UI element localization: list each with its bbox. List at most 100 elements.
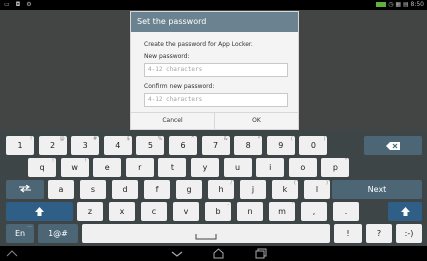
dialog-title: Set the password (131, 12, 298, 32)
key-label: v (183, 207, 189, 216)
key-label: b (215, 207, 221, 216)
key-row1-9[interactable]: 0) (299, 136, 328, 155)
key-row2-2[interactable]: e (93, 158, 122, 177)
key-row2-8[interactable]: o (288, 158, 317, 177)
key-secondary-label: " (345, 158, 348, 164)
key-row3-0[interactable]: a (48, 180, 74, 199)
backspace-icon (386, 141, 400, 150)
key-label: . (344, 207, 348, 216)
key-row4-4[interactable]: b- (205, 202, 231, 221)
new-password-field[interactable]: 4-12 characters (144, 63, 288, 77)
key-row3-8[interactable]: l) (304, 180, 330, 199)
battery-icon (376, 2, 387, 7)
password-dialog: Set the password Create the password for… (130, 11, 299, 130)
key-secondary-label: ) (323, 136, 326, 142)
shift-icon (400, 207, 410, 216)
key-label: 1 (17, 141, 23, 150)
language-key[interactable]: En ··· (6, 224, 34, 243)
key-row1-2[interactable]: 3 # (71, 136, 100, 155)
shift-key-right[interactable] (388, 202, 422, 221)
confirm-password-label: Confirm new password: (144, 83, 215, 90)
key-secondary-label: $ (126, 136, 130, 142)
key-row1-5[interactable]: 6 ^ (169, 136, 197, 155)
key-label: s (90, 185, 96, 194)
key-secondary-label: ! (84, 158, 87, 164)
backspace-key[interactable] (364, 136, 422, 155)
key-row2-6[interactable]: u (223, 158, 252, 177)
back-icon[interactable] (171, 251, 183, 257)
key-label: e (104, 163, 110, 172)
key-label: f (155, 185, 159, 194)
key-label: r (138, 163, 142, 172)
key-row1-7[interactable]: 8 * (234, 136, 263, 155)
recent-apps-icon[interactable] (255, 248, 267, 259)
key-label: a (58, 185, 64, 194)
key-row1-0[interactable]: 1! (6, 136, 34, 155)
key-label: w (71, 163, 78, 172)
key-label: l (315, 185, 319, 194)
shift-icon (35, 207, 44, 216)
key-label: u (235, 163, 241, 172)
key-label: y (202, 163, 208, 172)
key-label: d (122, 185, 128, 194)
key-row3-4[interactable]: g (176, 180, 202, 199)
key-label: , (312, 207, 316, 216)
status-bar: ▭ ◘ ⚙ ◷ ▦ ▤ 8:50 (0, 0, 427, 10)
key-row2-1[interactable]: w! (60, 158, 89, 177)
key-row4-6[interactable]: m ' (269, 202, 295, 221)
space-key[interactable] (82, 224, 330, 243)
key-label: z (87, 207, 93, 216)
key-row4-3[interactable]: v (173, 202, 199, 221)
key-row4-8[interactable]: . (333, 202, 359, 221)
key-label: g (186, 185, 192, 194)
key-label: 4 (115, 141, 121, 150)
key-row4-7[interactable]: , (301, 202, 327, 221)
key-label: n (247, 207, 253, 216)
key-label: 0 (310, 141, 316, 150)
key-row2-7[interactable]: i (256, 158, 285, 177)
key-row3-7[interactable]: k( (272, 180, 298, 199)
key-secondary-label: % (157, 136, 163, 142)
key-row2-9[interactable]: p " (321, 158, 350, 177)
key-secondary-label: ! (29, 136, 32, 142)
key-row2-0[interactable]: q! (28, 158, 56, 177)
confirm-password-field[interactable]: 4-12 characters (144, 93, 288, 107)
exclamation-key[interactable]: ! (334, 224, 362, 243)
key-row2-5[interactable]: y (191, 158, 219, 177)
key-secondary-label: - (227, 202, 229, 208)
key-label: 2 (50, 141, 56, 150)
symbols-key[interactable]: 1@# (38, 224, 78, 243)
on-screen-keyboard: Next En ··· 1@# ! ? :-) 1! 2 @3 #4 $5% 6 ^ 7 & 8 * 9… (0, 130, 427, 246)
notification-toggle-icon[interactable] (6, 250, 18, 257)
smiley-key[interactable]: :-) (396, 224, 422, 243)
key-row3-6[interactable]: j (240, 180, 266, 199)
key-row1-6[interactable]: 7 & (201, 136, 230, 155)
cancel-button[interactable]: Cancel (131, 113, 214, 129)
tab-key[interactable] (6, 180, 44, 199)
key-row1-1[interactable]: 2 @ (38, 136, 67, 155)
key-row1-4[interactable]: 5% (136, 136, 165, 155)
key-row3-5[interactable]: h / (208, 180, 234, 199)
key-secondary-label: ) (326, 180, 328, 186)
key-label: 8 (245, 141, 251, 150)
key-row2-3[interactable]: r (125, 158, 154, 177)
key-row1-3[interactable]: 4 $ (103, 136, 132, 155)
key-row3-2[interactable]: d (112, 180, 138, 199)
key-row3-3[interactable]: f (144, 180, 170, 199)
key-label: 3 (82, 141, 88, 150)
shift-key-left[interactable] (6, 202, 73, 221)
key-row3-1[interactable]: s (80, 180, 106, 199)
home-icon[interactable] (213, 248, 224, 259)
key-row1-8[interactable]: 9( (266, 136, 295, 155)
key-row2-4[interactable]: t (158, 158, 187, 177)
key-secondary-label: ( (290, 136, 293, 142)
next-key[interactable]: Next (332, 180, 422, 199)
key-secondary-label: # (92, 136, 98, 142)
key-row4-0[interactable]: z (77, 202, 103, 221)
question-key[interactable]: ? (366, 224, 392, 243)
key-row4-2[interactable]: c (141, 202, 167, 221)
key-row4-5[interactable]: n (237, 202, 263, 221)
key-row4-1[interactable]: x (109, 202, 135, 221)
ok-button[interactable]: OK (214, 113, 298, 129)
key-secondary-label: ( (294, 180, 296, 186)
